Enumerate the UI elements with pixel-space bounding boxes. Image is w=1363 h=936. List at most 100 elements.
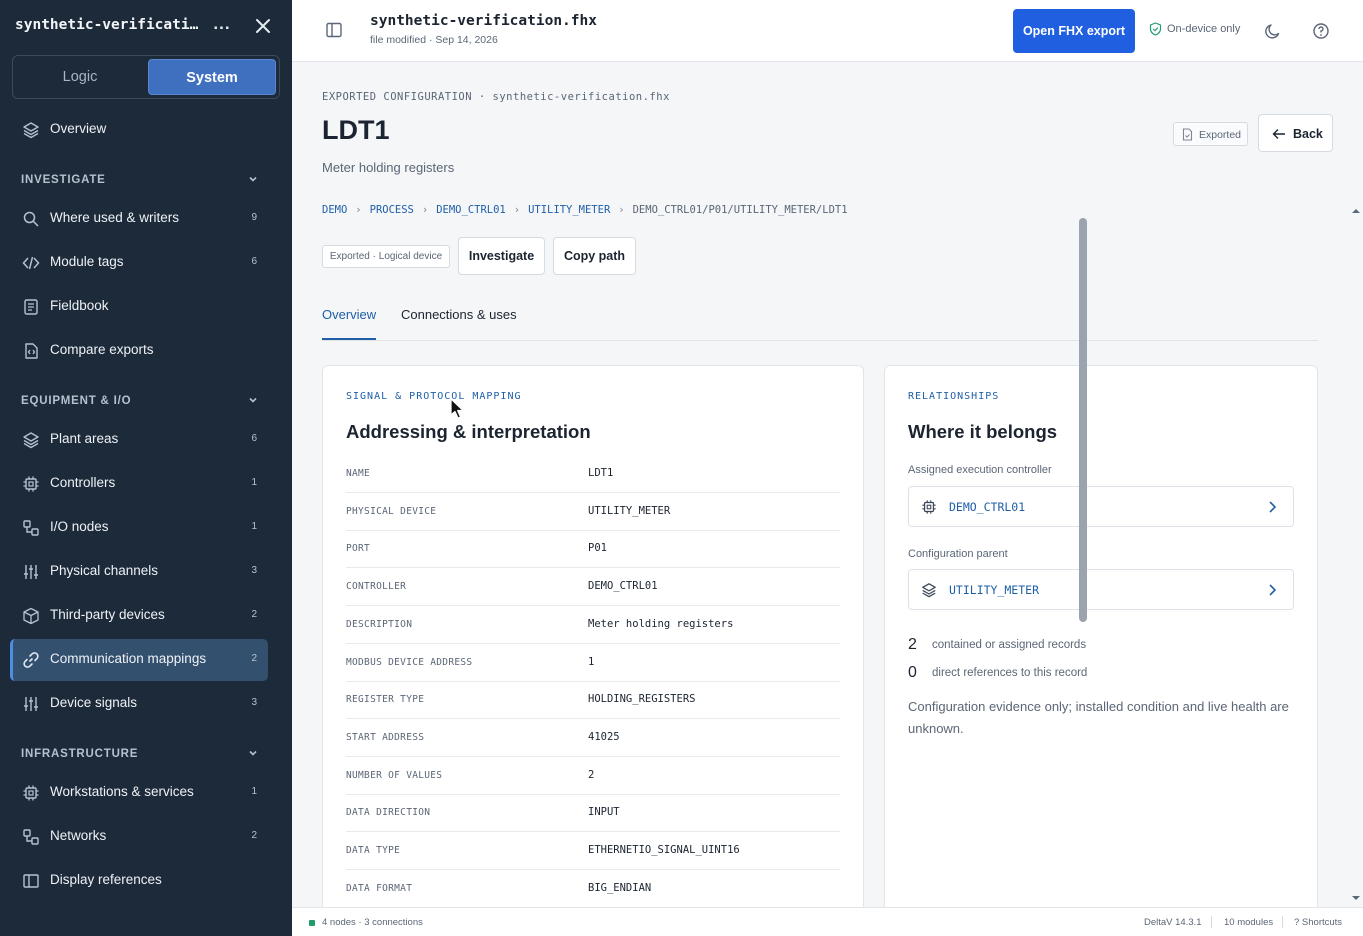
sidebar-item-display-references[interactable]: Display references xyxy=(10,860,268,902)
parent-link[interactable]: UTILITY_METER xyxy=(908,569,1294,610)
sidebar-item-overview[interactable]: Overview xyxy=(10,109,268,151)
scroll-up-arrow-icon[interactable] xyxy=(1349,206,1363,216)
investigate-button[interactable]: Investigate xyxy=(458,237,545,275)
scrollbar-thumb[interactable] xyxy=(1079,218,1087,622)
sidebar-item-controllers[interactable]: Controllers 1 xyxy=(10,463,268,505)
chevron-down-icon xyxy=(249,397,257,403)
logic-tab[interactable]: Logic xyxy=(16,59,144,95)
sidebar-item-where-used[interactable]: Where used & writers 9 xyxy=(10,198,268,240)
sidebar-item-module-tags[interactable]: Module tags 6 xyxy=(10,242,268,284)
mapping-row: DATA TYPE ETHERNETIO_SIGNAL_UINT16 xyxy=(346,832,840,870)
sliders-icon xyxy=(24,565,38,579)
breadcrumb-current: DEMO_CTRL01/P01/UTILITY_METER/LDT1 xyxy=(632,204,848,216)
page-eyebrow: EXPORTED CONFIGURATION · synthetic-verif… xyxy=(322,91,670,103)
sidebar-item-workstations[interactable]: Workstations & services 1 xyxy=(10,772,268,814)
scrollbar[interactable] xyxy=(1349,206,1363,907)
active-tab-indicator xyxy=(322,338,376,340)
box-icon xyxy=(23,607,39,625)
back-button[interactable]: Back xyxy=(1258,114,1333,152)
on-device-label: On-device only xyxy=(1167,23,1241,35)
sidebar-item-count: 1 xyxy=(251,521,257,532)
sidebar-item-communication-mappings[interactable]: Communication mappings 2 xyxy=(10,639,268,681)
sidebar-toggle-icon[interactable] xyxy=(325,21,343,39)
nodes-icon xyxy=(23,520,39,536)
status-bar: 4 nodes · 3 connections DeltaV 14.3.1 10… xyxy=(292,907,1363,936)
mapping-value: UTILITY_METER xyxy=(588,505,671,517)
sidebar-item-count: 3 xyxy=(251,697,257,708)
controller-link[interactable]: DEMO_CTRL01 xyxy=(908,486,1294,527)
back-label: Back xyxy=(1293,127,1323,141)
mapping-key: NAME xyxy=(346,468,371,479)
more-options-button[interactable]: ... xyxy=(209,14,235,38)
mapping-row: REGISTER TYPE HOLDING_REGISTERS xyxy=(346,681,840,719)
section-infrastructure[interactable]: INFRASTRUCTURE xyxy=(21,748,261,760)
stat-text: contained or assigned records xyxy=(932,639,1087,651)
file-name: synthetic-verification.fhx xyxy=(370,13,597,29)
sidebar-item-label: Third-party devices xyxy=(50,607,165,622)
mapping-key: DATA TYPE xyxy=(346,845,401,856)
sidebar-item-io-nodes[interactable]: I/O nodes 1 xyxy=(10,507,268,549)
search-icon xyxy=(23,211,39,227)
sidebar-item-label: Module tags xyxy=(50,254,124,269)
mapping-row: PORT P01 xyxy=(346,530,840,568)
sidebar-item-physical-channels[interactable]: Physical channels 3 xyxy=(10,551,268,593)
moon-icon[interactable] xyxy=(1264,22,1282,40)
stat-number: 0 xyxy=(908,664,917,681)
sidebar-item-third-party-devices[interactable]: Third-party devices 2 xyxy=(10,595,268,637)
breadcrumb-item[interactable]: UTILITY_METER xyxy=(528,204,610,216)
parent-value: UTILITY_METER xyxy=(949,583,1040,597)
sidebar-item-compare-exports[interactable]: Compare exports xyxy=(10,330,268,372)
panel-icon xyxy=(23,874,39,888)
section-equipment-io[interactable]: EQUIPMENT & I/O xyxy=(21,395,261,407)
link-icon xyxy=(23,652,39,668)
sidebar-item-count: 6 xyxy=(251,433,257,444)
file-icon xyxy=(1182,128,1193,141)
sidebar-item-label: Controllers xyxy=(50,475,116,490)
modules-count: 10 modules xyxy=(1224,917,1274,928)
mapping-row: CONTROLLER DEMO_CTRL01 xyxy=(346,568,840,606)
sidebar-item-count: 3 xyxy=(251,565,257,576)
mapping-row: DATA DIRECTION INPUT xyxy=(346,794,840,832)
record-type-badge: Exported · Logical device xyxy=(322,245,450,268)
close-sidebar-button[interactable] xyxy=(253,14,273,38)
mapping-key: PHYSICAL DEVICE xyxy=(346,506,437,517)
copy-path-button[interactable]: Copy path xyxy=(553,237,636,275)
sidebar-item-label: I/O nodes xyxy=(50,519,109,534)
mapping-value: HOLDING_REGISTERS xyxy=(588,693,696,705)
scroll-down-arrow-icon[interactable] xyxy=(1349,893,1363,903)
sidebar-item-label: Device signals xyxy=(50,695,138,710)
mapping-value: BIG_ENDIAN xyxy=(588,882,652,894)
compare-icon xyxy=(25,343,38,359)
mapping-key: DATA DIRECTION xyxy=(346,807,431,818)
section-investigate[interactable]: INVESTIGATE xyxy=(21,174,261,186)
mapping-value: 1 xyxy=(588,656,595,668)
mapping-key: DATA FORMAT xyxy=(346,883,413,894)
tab-connections-uses[interactable]: Connections & uses xyxy=(401,307,517,322)
tab-bar: Overview Connections & uses xyxy=(322,301,1318,341)
breadcrumb-item[interactable]: PROCESS xyxy=(370,204,414,216)
sidebar-item-plant-areas[interactable]: Plant areas 6 xyxy=(10,419,268,461)
system-tab[interactable]: System xyxy=(148,59,276,95)
sidebar-item-label: Networks xyxy=(50,828,107,843)
layers-icon xyxy=(922,583,936,598)
breadcrumb-item[interactable]: DEMO xyxy=(322,204,347,216)
sidebar-item-networks[interactable]: Networks 2 xyxy=(10,816,268,858)
sidebar-item-label: Workstations & services xyxy=(50,784,194,799)
version-label: DeltaV 14.3.1 xyxy=(1144,917,1202,928)
file-modified: file modified · Sep 14, 2026 xyxy=(370,34,498,46)
mapping-key: NUMBER OF VALUES xyxy=(346,770,443,781)
mouse-cursor-icon xyxy=(450,398,464,419)
breadcrumb-item[interactable]: DEMO_CTRL01 xyxy=(436,204,506,216)
sidebar-item-fieldbook[interactable]: Fieldbook xyxy=(10,286,268,328)
open-fhx-export-button[interactable]: Open FHX export xyxy=(1013,9,1135,53)
sidebar-item-label: Where used & writers xyxy=(50,210,180,225)
sidebar-item-device-signals[interactable]: Device signals 3 xyxy=(10,683,268,725)
top-bar: synthetic-verification.fhx file modified… xyxy=(292,0,1363,62)
mapping-key: PORT xyxy=(346,543,371,554)
tab-overview[interactable]: Overview xyxy=(322,307,376,322)
shortcuts-button[interactable]: ? Shortcuts xyxy=(1294,917,1342,928)
sidebar-item-count: 2 xyxy=(251,653,257,664)
exported-badge-label: Exported xyxy=(1199,129,1242,141)
help-icon[interactable] xyxy=(1312,22,1330,40)
layers-icon xyxy=(23,432,39,449)
